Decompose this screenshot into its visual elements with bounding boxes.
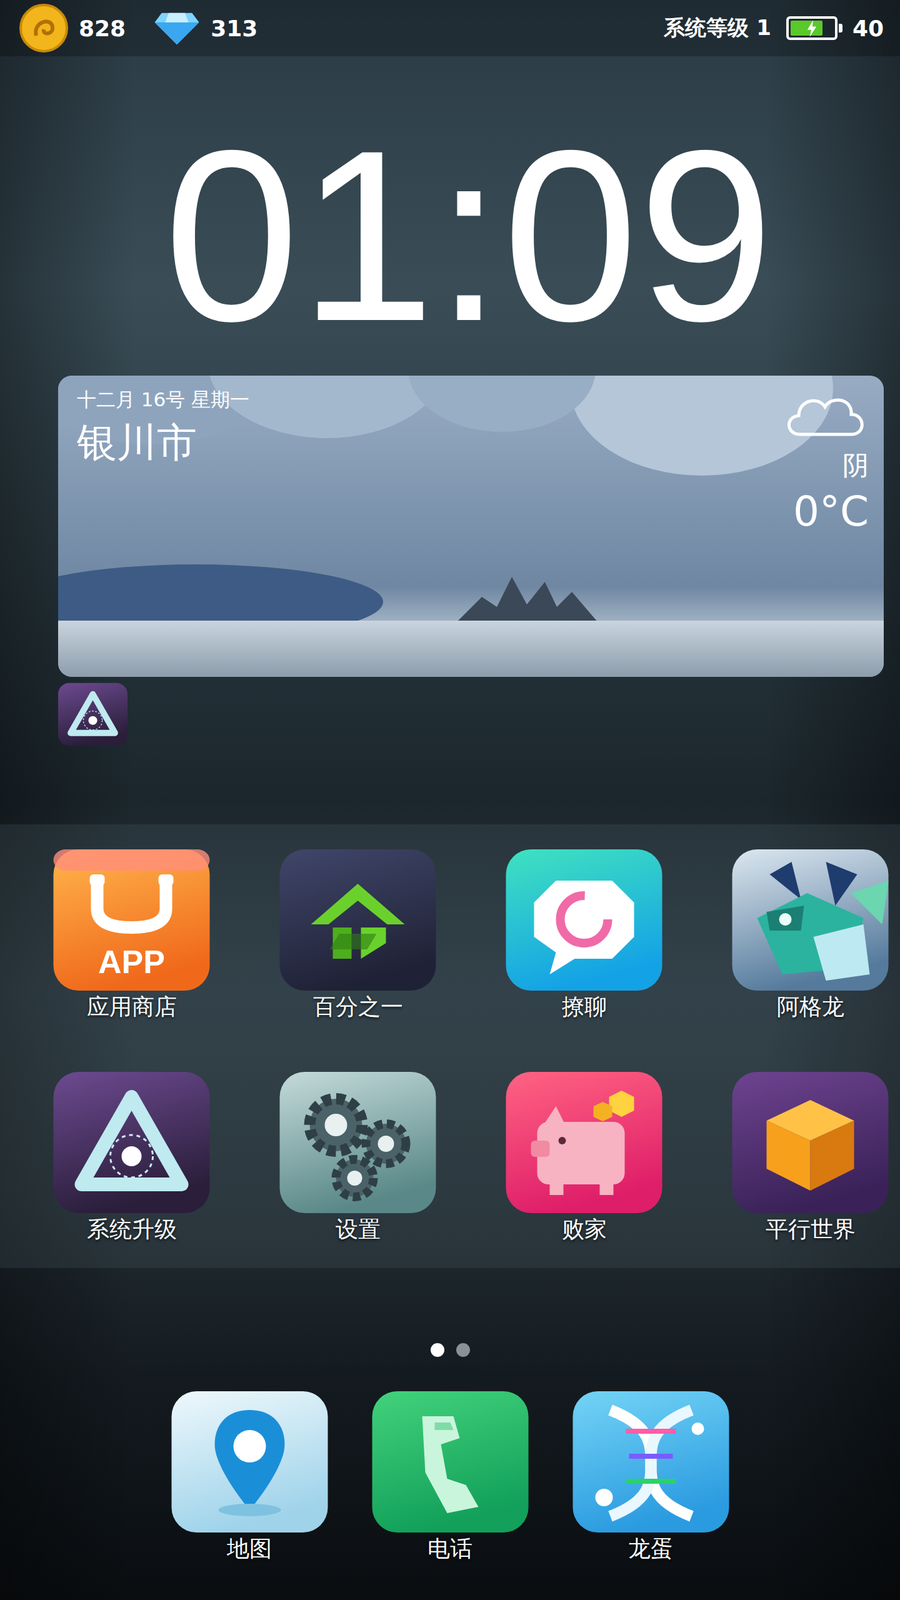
battery-tip	[838, 23, 843, 33]
app-item[interactable]: 败家	[505, 1071, 663, 1244]
system-level: 系统等级 1	[663, 13, 772, 43]
page-dot[interactable]	[456, 1343, 470, 1357]
upgrade-shortcut[interactable]	[58, 681, 128, 747]
gem-counter: 313	[153, 10, 258, 46]
weather-temperature: 0°C	[793, 488, 869, 536]
app-icon[interactable]	[171, 1391, 329, 1533]
page-indicator	[0, 1343, 900, 1357]
app-icon[interactable]	[279, 1071, 437, 1214]
dock-item[interactable]: 龙蛋	[572, 1391, 730, 1563]
pig-icon	[505, 1071, 663, 1214]
weather-condition: 阴	[842, 448, 869, 484]
app-label: 撩聊	[561, 993, 607, 1021]
app-label: 应用商店	[86, 993, 177, 1021]
app-item[interactable]: 设置	[279, 1071, 437, 1244]
phone-icon	[371, 1391, 529, 1533]
page-dot[interactable]	[430, 1343, 445, 1357]
app-icon[interactable]: APP	[53, 849, 210, 991]
coin-counter: 828	[18, 3, 126, 54]
battery-fill	[790, 20, 823, 36]
clock: 01:09	[0, 113, 900, 358]
app-icon[interactable]	[731, 849, 889, 991]
app-icon[interactable]	[371, 1391, 529, 1533]
coin-icon	[18, 3, 69, 54]
app-item[interactable]: APP 应用商店	[53, 849, 210, 1021]
app-icon[interactable]	[572, 1391, 730, 1533]
app-label: 阿格龙	[776, 993, 845, 1021]
weather-location: 十二月 16号 星期一 银川市	[58, 375, 269, 677]
home-screen: 828 313 系统等级 1 40 01:09 十二月 16号 星期一 银川市 …	[0, 0, 900, 1600]
weather-info: 阴 0°C	[766, 375, 884, 677]
status-bar: 828 313 系统等级 1 40	[0, 0, 900, 57]
status-right: 系统等级 1 40	[663, 13, 884, 43]
app-item[interactable]: 平行世界	[731, 1071, 889, 1244]
charging-icon	[806, 20, 818, 38]
app-label: 平行世界	[765, 1215, 856, 1244]
app-label: 龙蛋	[628, 1535, 674, 1563]
weather-date: 十二月 16号 星期一	[76, 386, 250, 414]
app-item[interactable]: 撩聊	[505, 849, 663, 1021]
app-label: 地图	[226, 1535, 272, 1563]
energy-value: 40	[852, 15, 884, 42]
cloud-icon	[781, 389, 869, 440]
triangle-icon	[58, 681, 128, 747]
app-item[interactable]: 百分之一	[279, 849, 437, 1021]
weather-widget[interactable]: 十二月 16号 星期一 银川市 阴 0°C	[58, 375, 884, 677]
app-item[interactable]: 系统升级	[53, 1071, 210, 1244]
dragon-icon	[731, 849, 889, 991]
app-label: 败家	[561, 1215, 607, 1244]
app-icon[interactable]	[731, 1071, 889, 1214]
map-pin-icon	[171, 1391, 329, 1533]
app-item[interactable]: 阿格龙	[731, 849, 889, 1021]
coin-count: 828	[78, 15, 126, 42]
svg-text:APP: APP	[98, 943, 165, 980]
app-label: 百分之一	[313, 993, 404, 1021]
house-icon	[279, 849, 437, 991]
battery-icon	[786, 16, 838, 40]
weather-city: 银川市	[76, 415, 250, 470]
store-icon: APP	[53, 849, 210, 991]
app-icon[interactable]	[53, 1071, 210, 1214]
app-label: 设置	[335, 1215, 381, 1244]
cube-icon	[731, 1071, 889, 1214]
chat-icon	[505, 849, 663, 991]
dna-icon	[572, 1391, 730, 1533]
gear-icon	[279, 1071, 437, 1214]
app-label: 系统升级	[86, 1215, 177, 1244]
app-grid: APP 应用商店 百分之一 撩聊 阿格龙 系统升级 设置 败家 平行世界	[0, 849, 900, 1244]
dock-item[interactable]: 电话	[371, 1391, 529, 1563]
gem-count: 313	[210, 15, 258, 42]
app-icon[interactable]	[505, 1071, 663, 1214]
dock-item[interactable]: 地图	[171, 1391, 329, 1563]
dock: 地图 电话 龙蛋	[0, 1391, 900, 1563]
triangle-icon	[53, 1071, 210, 1214]
app-icon[interactable]	[279, 849, 437, 991]
app-label: 电话	[427, 1535, 473, 1563]
app-icon[interactable]	[505, 849, 663, 991]
diamond-icon	[153, 10, 201, 46]
